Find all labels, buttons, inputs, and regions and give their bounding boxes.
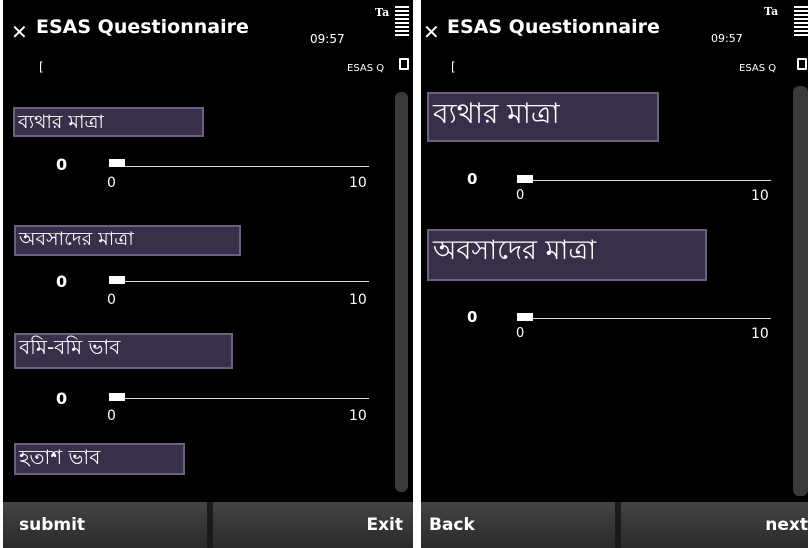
slider-min-label: 0 [107, 408, 116, 424]
slider-thumb[interactable] [517, 175, 533, 183]
input-mode-indicator: ESAS Q [347, 63, 385, 74]
app-title: ESAS Questionnaire [447, 16, 660, 38]
slider-value: 0 [56, 389, 68, 408]
question-label: অবসাদের মাত্রা [14, 225, 241, 256]
signal-indicator-icon: Ta [764, 5, 779, 18]
phone-screen-left: ✕ ESAS Questionnaire 09:57 Ta [ ESAS Q ব… [3, 0, 413, 548]
slider-min-label: 0 [107, 175, 116, 191]
battery-icon [794, 6, 808, 38]
app-title: ESAS Questionnaire [36, 16, 249, 38]
signal-indicator-icon: Ta [375, 6, 390, 19]
question-label: বমি-বমি ভাব [14, 333, 233, 369]
slider-min-label: 0 [516, 326, 525, 341]
next-button[interactable]: next [621, 502, 808, 548]
slider-thumb[interactable] [109, 393, 125, 401]
keypad-lock-icon [797, 58, 807, 70]
slider-track[interactable] [519, 318, 771, 319]
question-label: অবসাদের মাত্রা [427, 229, 707, 281]
slider-max-label: 10 [751, 326, 769, 342]
slider-track[interactable] [111, 281, 369, 282]
slider-max-label: 10 [349, 408, 367, 424]
submit-button[interactable]: submit [3, 502, 207, 548]
exit-button[interactable]: Exit [213, 502, 413, 548]
title-bar: ✕ ESAS Questionnaire 09:57 Ta [421, 0, 808, 52]
slider-thumb[interactable] [109, 276, 125, 284]
slider-max-label: 10 [349, 175, 367, 191]
title-bar: ✕ ESAS Questionnaire 09:57 Ta [3, 0, 413, 52]
slider-track[interactable] [111, 166, 369, 167]
slider-thumb[interactable] [109, 159, 125, 167]
question-label: ব্যথার মাত্রা [13, 107, 204, 137]
back-button[interactable]: Back [421, 502, 615, 548]
input-cursor: [ [39, 60, 44, 74]
slider-value: 0 [467, 170, 478, 188]
slider-value: 0 [56, 155, 68, 174]
slider-max-label: 10 [751, 188, 769, 204]
clock-time: 09:57 [711, 32, 743, 45]
close-icon[interactable]: ✕ [11, 20, 28, 44]
slider-value: 0 [467, 308, 478, 326]
question-label: হতাশ ভাব [14, 443, 185, 475]
phone-screen-right: ✕ ESAS Questionnaire 09:57 Ta [ ESAS Q ব… [421, 0, 808, 548]
slider-track[interactable] [111, 398, 369, 399]
battery-icon [395, 6, 409, 38]
softkey-bar: submit Exit [3, 502, 413, 548]
scrollbar[interactable] [395, 92, 408, 492]
input-mode-indicator: ESAS Q [739, 63, 777, 74]
slider-min-label: 0 [516, 188, 525, 203]
close-icon[interactable]: ✕ [423, 20, 440, 44]
slider-min-label: 0 [107, 292, 116, 308]
slider-value: 0 [56, 272, 68, 291]
question-label: ব্যথার মাত্রা [427, 92, 659, 142]
slider-max-label: 10 [349, 292, 367, 308]
input-cursor: [ [451, 60, 456, 74]
slider-track[interactable] [519, 180, 771, 181]
slider-thumb[interactable] [517, 313, 533, 321]
softkey-bar: Back next [421, 502, 808, 548]
keypad-lock-icon [399, 58, 409, 70]
scrollbar[interactable] [793, 86, 808, 496]
clock-time: 09:57 [310, 32, 345, 46]
